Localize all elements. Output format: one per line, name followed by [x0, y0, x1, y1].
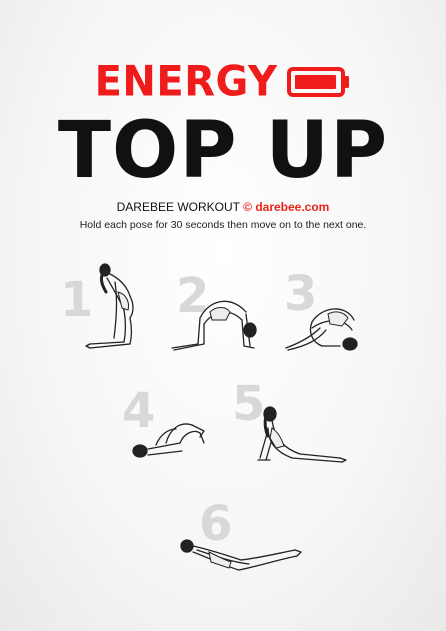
workout-poster: ENERGY TOP UP DAREBEE WORKOUT © darebee.… — [0, 0, 446, 631]
knees-to-chest-pose-icon — [132, 423, 205, 458]
camel-pose-icon — [85, 263, 134, 349]
instructions-text: Hold each pose for 30 seconds then move … — [79, 219, 367, 231]
credit-site-link[interactable]: darebee.com — [255, 200, 329, 214]
credit-brand: DAREBEE WORKOUT — [116, 200, 240, 214]
cat-cow-pose-icon — [171, 300, 257, 351]
battery-low-icon — [287, 66, 351, 98]
pose-1: 1 — [60, 262, 150, 357]
credit-line: DAREBEE WORKOUT © darebee.com — [0, 201, 446, 213]
locust-pose-icon — [180, 539, 302, 571]
pose-4: 4 — [120, 385, 220, 465]
pose-2: 2 — [170, 268, 270, 358]
cobra-pose-icon — [257, 406, 347, 463]
pose-5: 5 — [230, 380, 350, 470]
title-energy: ENERGY — [94, 57, 278, 107]
title-top-row: ENERGY — [0, 57, 446, 107]
page-title: TOP UP — [57, 106, 389, 196]
pose-3: 3 — [282, 270, 372, 355]
copyright-symbol: © — [243, 200, 252, 214]
childs-pose-icon — [285, 308, 358, 351]
pose-6: 6 — [175, 500, 305, 585]
